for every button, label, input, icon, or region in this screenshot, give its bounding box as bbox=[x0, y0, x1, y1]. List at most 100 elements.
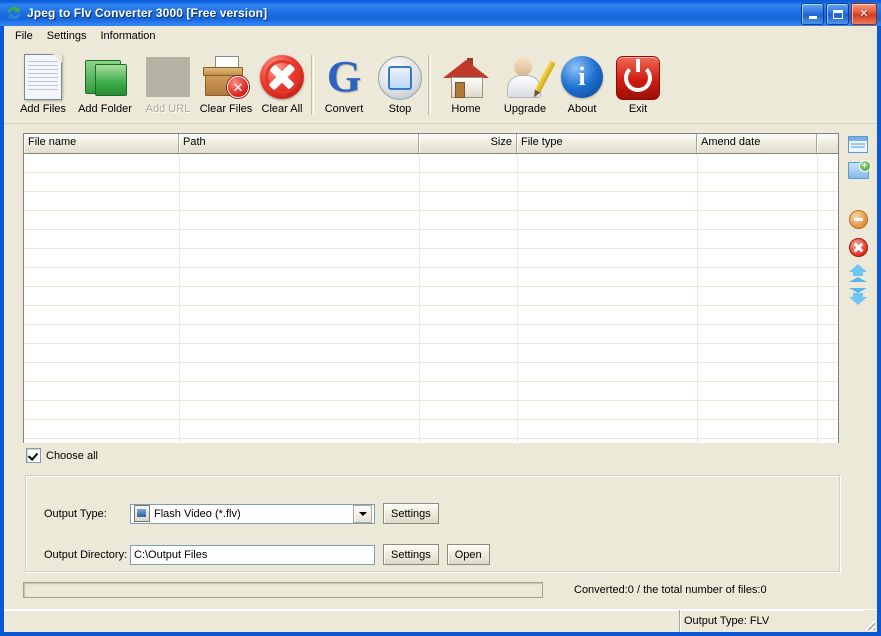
remove-icon[interactable] bbox=[847, 210, 869, 230]
title-bar: Jpeg to Flv Converter 3000 [Free version… bbox=[0, 0, 881, 26]
table-row[interactable] bbox=[24, 211, 838, 230]
window-title: Jpeg to Flv Converter 3000 [Free version… bbox=[27, 6, 268, 20]
table-row[interactable] bbox=[24, 268, 838, 287]
toolbar-button-clear-all[interactable]: Clear All bbox=[253, 48, 311, 122]
toolbar-label: Add Folder bbox=[78, 103, 132, 115]
column-header-amend-date[interactable]: Amend date bbox=[697, 134, 817, 153]
user-pencil-icon bbox=[501, 52, 556, 100]
table-row[interactable] bbox=[24, 249, 838, 268]
column-header-filler bbox=[817, 134, 838, 153]
toolbar-button-add-url[interactable]: Add URL bbox=[137, 48, 199, 122]
output-directory-row: Output Directory: C:\Output Files Settin… bbox=[44, 544, 490, 565]
remove-all-icon[interactable] bbox=[847, 238, 869, 258]
minimize-button[interactable] bbox=[801, 3, 824, 25]
output-directory-settings-button[interactable]: Settings bbox=[383, 544, 439, 565]
menu-bar: File Settings Information bbox=[4, 26, 877, 45]
table-row[interactable] bbox=[24, 154, 838, 173]
table-row[interactable] bbox=[24, 306, 838, 325]
toolbar-label: Add Files bbox=[20, 103, 66, 115]
toolbar-label: Exit bbox=[628, 103, 648, 115]
table-row[interactable] bbox=[24, 230, 838, 249]
choose-all-label: Choose all bbox=[46, 449, 98, 462]
toolbar-label: Stop bbox=[388, 103, 412, 115]
menu-item-information[interactable]: Information bbox=[95, 28, 164, 44]
toolbar-label: Clear Files bbox=[199, 103, 253, 115]
list-side-toolbar: + bbox=[847, 134, 873, 334]
table-row[interactable] bbox=[24, 173, 838, 192]
window-controls: ✕ bbox=[801, 3, 877, 25]
toolbar-button-exit[interactable]: Exit bbox=[614, 48, 662, 122]
output-type-settings-button[interactable]: Settings bbox=[383, 503, 439, 524]
toolbar-label: Clear All bbox=[261, 103, 303, 115]
menu-item-file[interactable]: File bbox=[10, 28, 42, 44]
application-window: Jpeg to Flv Converter 3000 [Free version… bbox=[0, 0, 881, 636]
progress-bar bbox=[23, 582, 543, 598]
output-type-label: Output Type: bbox=[44, 507, 107, 520]
column-header-file-name[interactable]: File name bbox=[24, 134, 179, 153]
move-down-icon[interactable] bbox=[847, 288, 869, 308]
toolbar-button-stop[interactable]: Stop bbox=[376, 48, 424, 122]
toolbar-button-clear-files[interactable]: ✕ Clear Files bbox=[194, 48, 258, 122]
resize-grip-icon[interactable] bbox=[863, 610, 877, 632]
output-directory-label: Output Directory: bbox=[44, 548, 128, 561]
add-file-icon[interactable] bbox=[847, 136, 869, 156]
choose-all-checkbox[interactable]: Choose all bbox=[26, 448, 98, 463]
table-row[interactable] bbox=[24, 344, 838, 363]
chevron-down-icon[interactable] bbox=[353, 504, 372, 523]
table-row[interactable] bbox=[24, 382, 838, 401]
column-header-file-type[interactable]: File type bbox=[517, 134, 697, 153]
column-header-size[interactable]: Size bbox=[419, 134, 517, 153]
output-directory-input[interactable]: C:\Output Files bbox=[130, 544, 375, 565]
refresh-arrows-icon bbox=[5, 4, 23, 22]
add-folder-icon[interactable]: + bbox=[847, 160, 871, 182]
output-type-row: Output Type: Flash Video (*.flv) Setting… bbox=[44, 503, 439, 524]
table-row[interactable] bbox=[24, 363, 838, 382]
house-icon bbox=[442, 52, 490, 100]
move-up-icon[interactable] bbox=[847, 264, 869, 284]
toolbar-button-convert[interactable]: G Convert bbox=[316, 48, 372, 122]
table-row[interactable] bbox=[24, 420, 838, 439]
red-circle-x-icon bbox=[258, 52, 306, 100]
checkbox-check-icon[interactable] bbox=[26, 448, 41, 463]
toolbar-button-about[interactable]: i About bbox=[556, 48, 608, 122]
toolbar-label: Home bbox=[451, 103, 481, 115]
client-area: File Settings Information Add Files Add … bbox=[4, 26, 877, 632]
status-bar-output-type: Output Type: FLV bbox=[679, 610, 863, 632]
status-bar-left-panel bbox=[4, 610, 679, 632]
toolbar-separator bbox=[311, 55, 314, 115]
toolbar-separator bbox=[428, 55, 431, 115]
column-header-path[interactable]: Path bbox=[179, 134, 419, 153]
toolbar-button-upgrade[interactable]: Upgrade bbox=[496, 48, 556, 122]
output-type-value: Flash Video (*.flv) bbox=[154, 507, 241, 520]
flv-file-icon bbox=[134, 505, 150, 522]
output-type-select[interactable]: Flash Video (*.flv) bbox=[130, 503, 375, 524]
table-row[interactable] bbox=[24, 401, 838, 420]
stop-button-icon bbox=[376, 52, 424, 100]
toolbar-button-add-files[interactable]: Add Files bbox=[12, 48, 74, 122]
document-icon bbox=[19, 52, 67, 100]
toolbar-label: Upgrade bbox=[503, 103, 547, 115]
convert-arrow-icon: G bbox=[326, 52, 362, 101]
power-icon bbox=[614, 52, 662, 100]
table-row[interactable] bbox=[24, 287, 838, 306]
toolbar-button-add-folder[interactable]: Add Folder bbox=[72, 48, 138, 122]
toolbar-label: About bbox=[567, 103, 597, 115]
folder-icon bbox=[81, 52, 129, 100]
table-row[interactable] bbox=[24, 325, 838, 344]
info-icon: i bbox=[558, 52, 606, 100]
conversion-status-text: Converted:0 / the total number of files:… bbox=[574, 584, 767, 596]
toolbar: Add Files Add Folder Add URL ✕ Clear Fil… bbox=[4, 45, 877, 124]
file-list[interactable]: File name Path Size File type Amend date bbox=[23, 133, 839, 443]
trash-bin-icon: ✕ bbox=[202, 52, 250, 100]
close-button[interactable]: ✕ bbox=[851, 3, 877, 25]
menu-item-settings[interactable]: Settings bbox=[42, 28, 96, 44]
status-bar: Output Type: FLV bbox=[4, 609, 877, 632]
output-directory-open-button[interactable]: Open bbox=[446, 544, 490, 565]
toolbar-label: Convert bbox=[324, 103, 364, 115]
table-row[interactable] bbox=[24, 192, 838, 211]
toolbar-label: Add URL bbox=[145, 103, 191, 115]
maximize-button[interactable] bbox=[826, 3, 849, 25]
file-list-body[interactable] bbox=[24, 154, 838, 443]
toolbar-button-home[interactable]: Home bbox=[439, 48, 493, 122]
file-list-header: File name Path Size File type Amend date bbox=[24, 134, 838, 154]
